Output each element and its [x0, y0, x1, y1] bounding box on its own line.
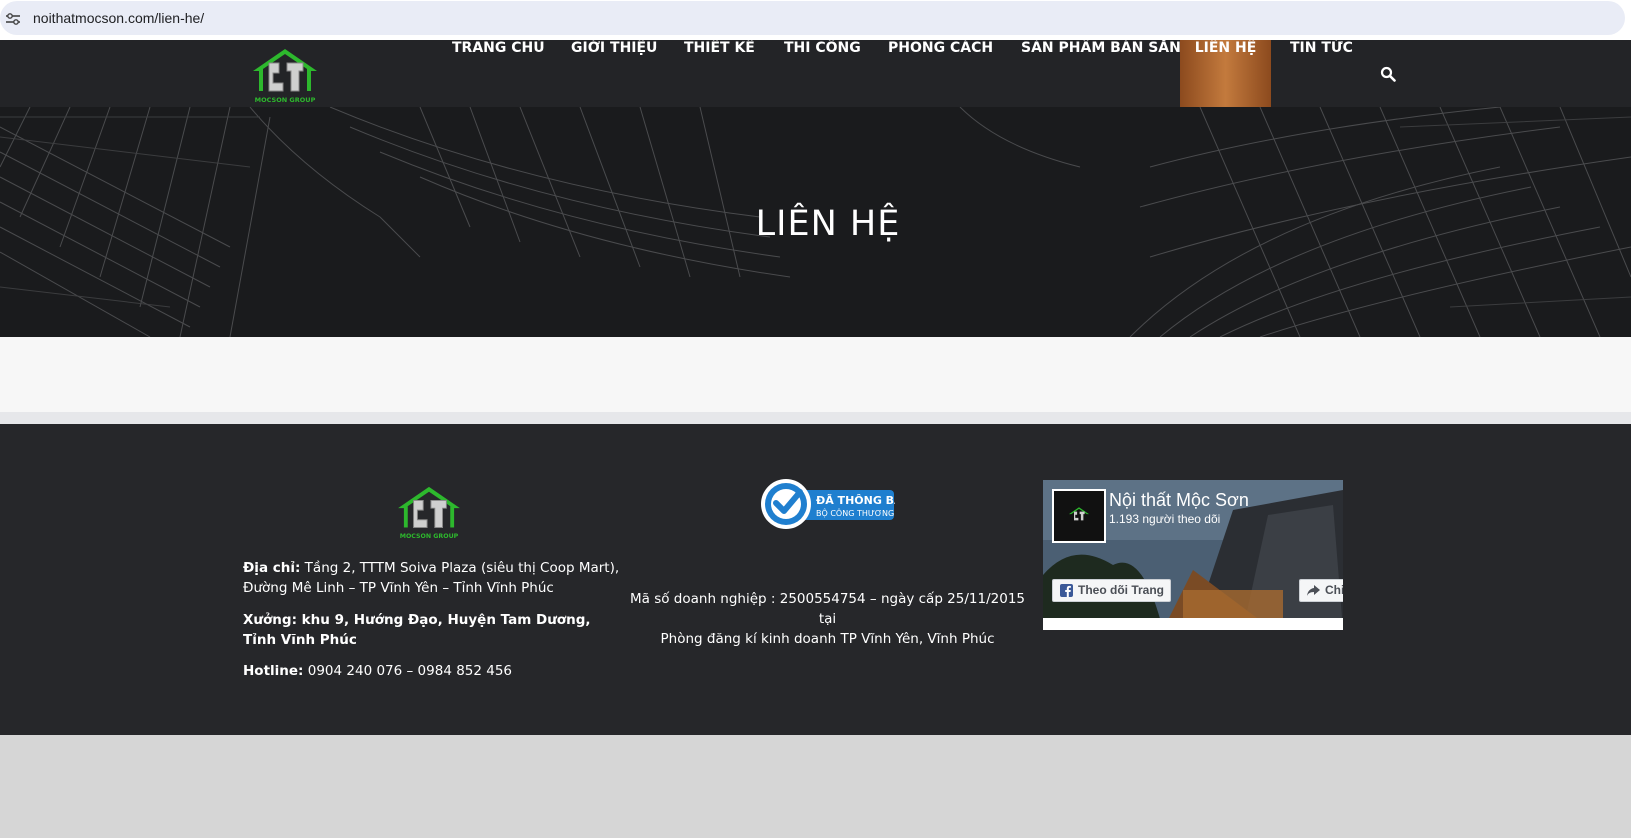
facebook-icon [1060, 584, 1073, 597]
nav-san-pham-ban-san[interactable]: SẢN PHẨM BÁN SẴN [1021, 40, 1181, 107]
hotline-label: Hotline: [243, 663, 304, 679]
svg-text:MOCSON GROUP: MOCSON GROUP [400, 533, 459, 540]
nav-phong-cach[interactable]: PHONG CÁCH [888, 40, 993, 107]
page-title: LIÊN HỆ [755, 204, 901, 244]
badge-subtitle: BỘ CÔNG THƯƠNG [816, 507, 894, 518]
footer-mocson-logo: MOCSON GROUP [398, 486, 460, 540]
nav-gioi-thieu[interactable]: GIỚI THIỆU [571, 40, 657, 107]
bo-cong-thuong-badge[interactable]: ĐÃ THÔNG BÁO BỘ CÔNG THƯƠNG [760, 478, 895, 530]
footer-address: Địa chỉ: Tầng 2, TTTM Soiva Plaza (siêu … [243, 558, 623, 598]
site-settings-icon[interactable] [5, 11, 21, 27]
nav-thi-cong[interactable]: THI CÔNG [784, 40, 861, 107]
facebook-widget-footer [1043, 618, 1343, 630]
facebook-follower-count: 1.193 người theo dõi [1109, 512, 1221, 526]
url-field[interactable]: noithatmocson.com/lien-he/ [0, 1, 1625, 35]
search-icon[interactable] [1380, 66, 1396, 82]
business-line-1: Mã số doanh nghiệp : 2500554754 – ngày c… [629, 591, 1025, 627]
share-arrow-icon [1307, 585, 1320, 596]
business-line-2: Phòng đăng kí kinh doanh TP Vĩnh Yên, Vĩ… [660, 631, 995, 647]
share-label: Chia sẻ [1325, 583, 1343, 597]
nav-lien-he[interactable]: LIÊN HỆ [1180, 40, 1271, 107]
follow-label: Theo dõi Trang [1078, 583, 1164, 597]
hotline-value[interactable]: 0904 240 076 – 0984 852 456 [303, 663, 512, 679]
section-divider [0, 412, 1631, 424]
page-hero: LIÊN HỆ [0, 107, 1631, 337]
badge-title: ĐÃ THÔNG BÁO [816, 494, 895, 507]
workshop-label: Xưởng: [243, 612, 297, 628]
svg-text:MOCSON GROUP: MOCSON GROUP [255, 96, 316, 104]
browser-address-bar: noithatmocson.com/lien-he/ [0, 0, 1631, 40]
facebook-page-avatar[interactable] [1052, 489, 1106, 543]
facebook-page-widget[interactable]: Nội thất Mộc Sơn 1.193 người theo dõi Th… [1043, 480, 1343, 630]
business-registration: Mã số doanh nghiệp : 2500554754 – ngày c… [620, 589, 1035, 649]
url-text[interactable]: noithatmocson.com/lien-he/ [33, 10, 204, 26]
footer-workshop: Xưởng: khu 9, Hướng Đạo, Huyện Tam Dương… [243, 610, 623, 650]
address-label: Địa chỉ: [243, 560, 301, 576]
address-value: Tầng 2, TTTM Soiva Plaza (siêu thị Coop … [243, 560, 620, 596]
nav-thiet-ke[interactable]: THIẾT KẾ [684, 40, 755, 107]
mocson-logo[interactable]: MOCSON GROUP [245, 47, 325, 105]
facebook-follow-button[interactable]: Theo dõi Trang [1052, 579, 1171, 602]
content-area [0, 337, 1631, 412]
facebook-page-name[interactable]: Nội thất Mộc Sơn [1109, 490, 1249, 511]
nav-trang-chu[interactable]: TRANG CHỦ [452, 40, 545, 107]
page-bottom [0, 735, 1631, 838]
facebook-share-button[interactable]: Chia sẻ [1299, 579, 1343, 602]
nav-tin-tuc[interactable]: TIN TỨC [1290, 40, 1353, 107]
footer-hotline: Hotline: 0904 240 076 – 0984 852 456 [243, 661, 623, 681]
